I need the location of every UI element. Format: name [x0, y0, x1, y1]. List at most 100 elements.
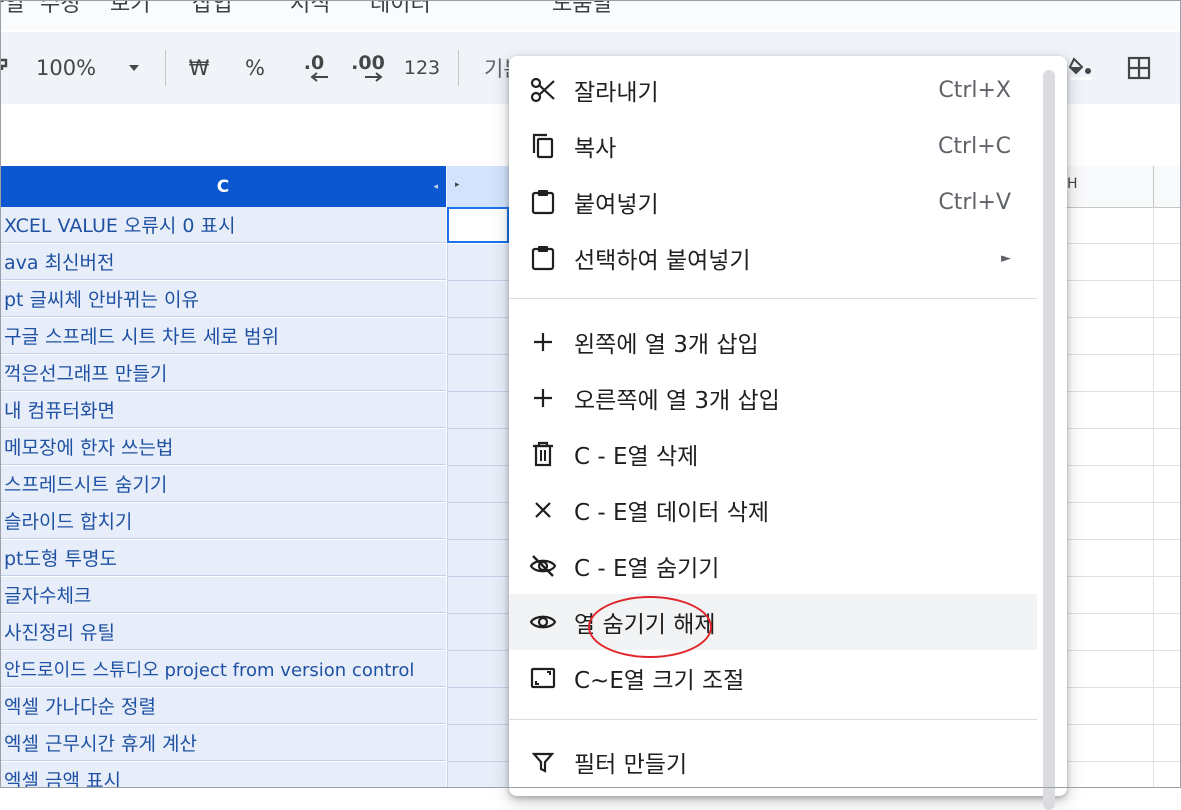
chevron-down-icon[interactable]	[124, 50, 144, 86]
cell-d[interactable]	[447, 429, 510, 466]
cell-c[interactable]: 엑셀 근무시간 휴게 계산	[0, 725, 446, 761]
grid-row-right[interactable]	[1067, 392, 1181, 429]
cell-d[interactable]	[447, 503, 510, 540]
cell-c[interactable]: pt도형 투명도	[0, 540, 446, 576]
table-row: 스프레드시트 숨기기	[0, 466, 510, 503]
cell-c[interactable]: 글자수체크	[0, 577, 446, 613]
cell-c[interactable]: ava 최신버전	[0, 244, 446, 280]
cell-d[interactable]	[447, 688, 510, 725]
grid-row-right[interactable]	[1067, 540, 1181, 577]
active-cell[interactable]	[447, 207, 509, 243]
menu-item-insert-left[interactable]: 왼쪽에 열 3개 삽입	[509, 314, 1037, 370]
cell-c[interactable]: 구글 스프레드 시트 차트 세로 범위	[0, 318, 446, 354]
menu-divider	[509, 298, 1037, 299]
grid-row-right[interactable]	[1067, 466, 1181, 503]
cell-d[interactable]	[447, 651, 510, 688]
decrease-decimal-label: .0	[303, 52, 325, 74]
grid-row-right[interactable]	[1067, 318, 1181, 355]
cell-d[interactable]	[447, 577, 510, 614]
cell-c[interactable]: 엑셀 금액 표시	[0, 762, 446, 788]
cell-d[interactable]	[447, 466, 510, 503]
grid-row-right[interactable]	[1067, 762, 1181, 788]
cell-c[interactable]: 내 컴퓨터화면	[0, 392, 446, 428]
cell-d[interactable]	[447, 281, 510, 318]
column-divider	[1153, 318, 1154, 355]
menu-item-copy[interactable]: 복사 Ctrl+C	[509, 118, 1037, 174]
number-format-button[interactable]: 123	[402, 50, 442, 86]
cell-c[interactable]: 사진정리 유틸	[0, 614, 446, 650]
grid-row-right[interactable]	[1067, 688, 1181, 725]
grid-row-right[interactable]	[1067, 281, 1181, 318]
cell-d[interactable]	[447, 614, 510, 651]
resize-icon	[529, 664, 557, 692]
column-header-d[interactable]: ▸	[447, 166, 509, 207]
grid-row-right[interactable]	[1067, 577, 1181, 614]
cell-c[interactable]: 메모장에 한자 쓰는법	[0, 429, 446, 465]
cell-d[interactable]	[447, 725, 510, 762]
grid-row-right[interactable]	[1067, 244, 1181, 281]
column-header-c[interactable]: C ◂	[0, 166, 446, 207]
table-row: 안드로이드 스튜디오 project from version control	[0, 651, 510, 688]
cell-c[interactable]: 엑셀 가나다순 정렬	[0, 688, 446, 724]
cell-c[interactable]: 안드로이드 스튜디오 project from version control	[0, 651, 446, 687]
table-row: 글자수체크	[0, 577, 510, 614]
menu-insert[interactable]: 삽입	[192, 0, 232, 18]
column-divider	[1153, 762, 1154, 788]
menu-file[interactable]: 파일	[0, 0, 24, 18]
cell-d[interactable]	[447, 244, 510, 281]
grid-row-right[interactable]	[1067, 503, 1181, 540]
column-resize-handle[interactable]: ▸	[455, 180, 460, 190]
menu-item-cut[interactable]: 잘라내기 Ctrl+X	[509, 62, 1037, 118]
cell-c[interactable]: 꺽은선그래프 만들기	[0, 355, 446, 391]
menu-item-delete-columns[interactable]: C - E열 삭제	[509, 426, 1037, 482]
menu-data[interactable]: 데이터	[370, 0, 431, 18]
currency-button[interactable]: ₩	[184, 50, 214, 86]
menu-item-create-filter[interactable]: 필터 만들기	[509, 734, 1037, 790]
increase-decimal-button[interactable]: .00	[348, 50, 388, 86]
menu-item-paste-special[interactable]: 선택하여 붙여넣기 ►	[509, 230, 1037, 286]
column-divider	[1153, 429, 1154, 466]
menu-format[interactable]: 서식	[290, 0, 330, 18]
menu-item-clear-columns[interactable]: C - E열 데이터 삭제	[509, 482, 1037, 538]
cell-c[interactable]: 슬라이드 합치기	[0, 503, 446, 539]
borders-icon[interactable]	[1124, 50, 1154, 86]
column-divider	[1153, 503, 1154, 540]
cell-d[interactable]	[447, 318, 510, 355]
column-divider	[1153, 577, 1154, 614]
grid-row-right[interactable]	[1067, 614, 1181, 651]
menu-item-insert-right[interactable]: 오른쪽에 열 3개 삽입	[509, 370, 1037, 426]
menu-edit[interactable]: 수정	[40, 0, 80, 18]
grid-row-right[interactable]	[1067, 355, 1181, 392]
column-divider	[1153, 651, 1154, 688]
menu-item-hide-columns[interactable]: C - E열 숨기기	[509, 538, 1037, 594]
zoom-select[interactable]: 100%	[36, 50, 110, 86]
column-divider	[1153, 725, 1154, 762]
cell-d[interactable]	[447, 355, 510, 392]
table-row: pt 글씨체 안바뀌는 이유	[0, 281, 510, 318]
cell-c[interactable]: 스프레드시트 숨기기	[0, 466, 446, 502]
shortcut-label: Ctrl+X	[938, 77, 1011, 103]
column-divider	[1153, 355, 1154, 392]
menu-view[interactable]: 보기	[110, 0, 150, 18]
cell-d[interactable]	[447, 540, 510, 577]
grid-row-right[interactable]	[1067, 429, 1181, 466]
menu-item-paste[interactable]: 붙여넣기 Ctrl+V	[509, 174, 1037, 230]
menu-scrollbar[interactable]	[1043, 70, 1055, 810]
menu-item-resize-columns[interactable]: C~E열 크기 조절	[509, 650, 1037, 706]
grid-row-right[interactable]	[1067, 207, 1181, 244]
table-row: 엑셀 가나다순 정렬	[0, 688, 510, 725]
percent-button[interactable]: %	[240, 50, 270, 86]
toolbar-divider	[165, 50, 166, 86]
cell-d[interactable]	[447, 762, 510, 788]
cell-d[interactable]	[447, 392, 510, 429]
cell-c[interactable]: pt 글씨체 안바뀌는 이유	[0, 281, 446, 317]
decrease-decimal-button[interactable]: .0	[294, 50, 334, 86]
column-resize-handle[interactable]: ◂	[433, 182, 438, 192]
cell-c[interactable]: XCEL VALUE 오류시 0 표시	[0, 207, 446, 243]
menu-help[interactable]: 도움말	[552, 0, 613, 18]
paint-format-icon[interactable]	[0, 50, 14, 86]
grid-row-right[interactable]	[1067, 725, 1181, 762]
column-header-h[interactable]: H	[1067, 166, 1181, 208]
grid-row-right[interactable]	[1067, 651, 1181, 688]
fill-color-icon[interactable]	[1066, 50, 1096, 86]
